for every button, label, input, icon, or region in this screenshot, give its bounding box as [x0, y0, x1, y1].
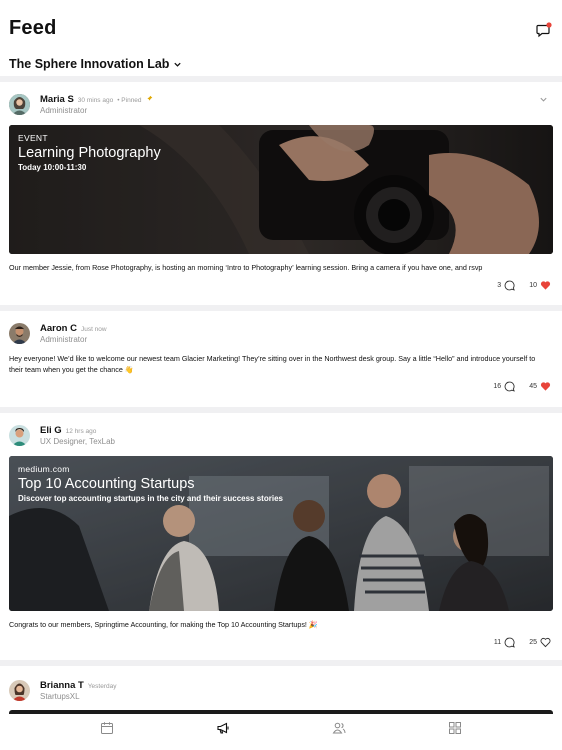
post-card[interactable]: Eli G 12 hrs ago UX Designer, TexLab med…	[0, 413, 562, 660]
page-title: Feed	[9, 17, 57, 39]
post-card[interactable]: Aaron C Just now Administrator Hey every…	[0, 311, 562, 407]
avatar[interactable]	[9, 323, 30, 344]
comment-count: 11	[493, 639, 502, 646]
post-time: 30 mins ago	[77, 97, 114, 104]
pin-icon	[146, 95, 153, 104]
chevron-down-icon	[174, 62, 182, 67]
tab-bar	[0, 714, 562, 750]
tab-more[interactable]	[448, 721, 462, 735]
post-actions: 16 45	[493, 381, 551, 392]
tab-calendar[interactable]	[100, 721, 114, 735]
author-name[interactable]: Aaron C	[40, 323, 77, 334]
grid-icon	[449, 722, 461, 734]
heart-icon[interactable]	[540, 381, 551, 392]
comment-bubble-icon[interactable]	[504, 381, 516, 392]
calendar-icon	[101, 722, 113, 734]
avatar[interactable]	[9, 94, 30, 115]
header: Feed The Sphere Innovation Lab	[0, 0, 562, 78]
community-name: The Sphere Innovation Lab	[9, 57, 170, 71]
post-actions: 3 10	[497, 280, 551, 291]
event-title: Learning Photography	[18, 145, 161, 161]
comment-count: 3	[497, 282, 502, 289]
messages-button[interactable]	[536, 22, 552, 38]
people-icon	[332, 722, 346, 734]
event-overlay: EVENT Learning Photography Today 10:00-1…	[18, 133, 161, 172]
author-role: UX Designer, TexLab	[40, 437, 116, 446]
comment-count: 16	[493, 383, 502, 390]
post-header: Eli G 12 hrs ago	[40, 425, 96, 436]
post-text: Congrats to our members, Springtime Acco…	[9, 620, 318, 629]
like-count: 45	[529, 383, 537, 390]
post-text: Our member Jessie, from Rose Photography…	[9, 263, 483, 272]
event-kicker: EVENT	[18, 133, 48, 143]
comment-bubble-icon[interactable]	[504, 637, 516, 648]
post-time: 12 hrs ago	[65, 428, 97, 435]
author-role: Administrator	[40, 106, 88, 115]
megaphone-icon	[217, 722, 229, 734]
author-name[interactable]: Brianna T	[40, 680, 84, 691]
avatar[interactable]	[9, 680, 30, 701]
post-text: Hey everyone! We’d like to welcome our n…	[9, 354, 536, 374]
like-count: 10	[529, 282, 537, 289]
event-card[interactable]: EVENT Learning Photography Today 10:00-1…	[9, 125, 553, 254]
post-header: Brianna T Yesterday	[40, 680, 116, 691]
chevron-down-icon[interactable]	[539, 95, 548, 104]
post-card[interactable]: Brianna T Yesterday StartupsXL	[0, 666, 562, 714]
pinned-label: • Pinned	[117, 97, 142, 104]
article-title: Top 10 Accounting Startups	[18, 476, 195, 492]
post-actions: 11 25	[494, 637, 551, 648]
tab-feed[interactable]	[216, 721, 230, 735]
heart-icon[interactable]	[540, 637, 551, 648]
article-description: Discover top accounting startups in the …	[18, 494, 283, 503]
author-name[interactable]: Maria S	[40, 94, 74, 105]
article-domain: medium.com	[18, 464, 70, 474]
notification-dot	[546, 22, 552, 28]
post-time: Just now	[80, 326, 107, 333]
post-card[interactable]: Maria S 30 mins ago • Pinned Administrat…	[0, 82, 562, 305]
post-header: Aaron C Just now	[40, 323, 107, 334]
author-role: Administrator	[40, 335, 88, 344]
article-overlay: medium.com Top 10 Accounting Startups Di…	[18, 464, 283, 503]
comment-bubble-icon[interactable]	[504, 280, 516, 291]
post-header: Maria S 30 mins ago • Pinned	[40, 94, 153, 105]
community-selector[interactable]: The Sphere Innovation Lab	[9, 57, 182, 71]
chat-bubble-icon	[536, 22, 552, 38]
author-role: StartupsXL	[40, 692, 80, 701]
post-time: Yesterday	[87, 683, 117, 690]
avatar[interactable]	[9, 425, 30, 446]
author-name[interactable]: Eli G	[40, 425, 62, 436]
tab-people[interactable]	[332, 721, 346, 735]
event-time: Today 10:00-11:30	[18, 163, 87, 172]
like-count: 25	[529, 639, 537, 646]
link-preview-card[interactable]: medium.com Top 10 Accounting Startups Di…	[9, 456, 553, 611]
heart-icon[interactable]	[540, 280, 551, 291]
